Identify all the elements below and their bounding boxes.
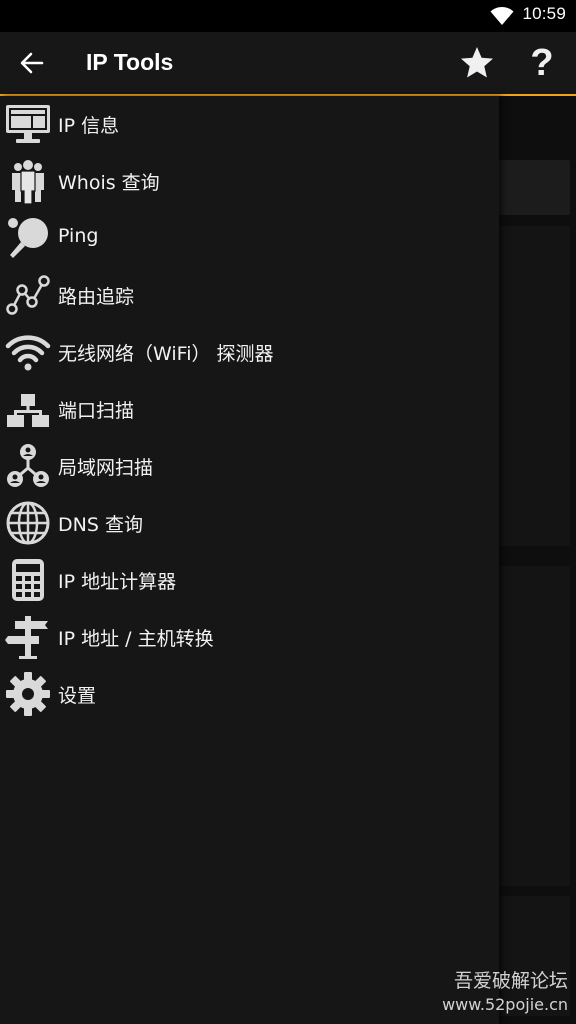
drawer-item-label: IP 地址 / 主机转换 [58, 628, 214, 650]
navigation-drawer: IP 信息 Whois 查询 Ping 路由追踪 无线网络（WiFi） 探测器 … [0, 96, 499, 1024]
drawer-item-ip-host-convert[interactable]: IP 地址 / 主机转换 [0, 609, 499, 665]
status-bar: 10:59 [0, 0, 576, 32]
toolbar: IP Tools ? [0, 32, 576, 96]
page-title: IP Tools [86, 49, 174, 75]
globe-icon [5, 500, 51, 546]
drawer-item-label: 路由追踪 [58, 286, 135, 308]
drawer-item-port-scan[interactable]: 端口扫描 [0, 381, 499, 437]
drawer-item-label: 无线网络（WiFi） 探测器 [58, 343, 274, 365]
drawer-item-label: Whois 查询 [58, 172, 160, 194]
help-button[interactable]: ? [524, 40, 560, 86]
gear-icon [5, 671, 51, 717]
drawer-item-ping[interactable]: Ping [0, 210, 499, 266]
drawer-item-whois[interactable]: Whois 查询 [0, 153, 499, 209]
status-time: 10:59 [522, 4, 566, 23]
calculator-icon [5, 557, 51, 603]
wifi-icon [5, 329, 51, 375]
drawer-item-label: Ping [58, 225, 99, 247]
drawer-item-label: IP 信息 [58, 115, 120, 137]
screen: 10:59 IP Tools ? IP 信息 Whois 查询 Ping 路由追… [0, 0, 576, 1024]
drawer-item-label: IP 地址计算器 [58, 571, 177, 593]
wifi-icon [490, 6, 514, 26]
ping-pong-icon [5, 215, 51, 261]
drawer-item-traceroute[interactable]: 路由追踪 [0, 267, 499, 323]
drawer-item-dns-lookup[interactable]: DNS 查询 [0, 495, 499, 551]
watermark-url: www.52pojie.cn [442, 995, 568, 1014]
drawer-item-wifi-scanner[interactable]: 无线网络（WiFi） 探测器 [0, 324, 499, 380]
drawer-item-ip-calculator[interactable]: IP 地址计算器 [0, 552, 499, 608]
signpost-icon [5, 614, 51, 660]
star-icon[interactable] [458, 44, 496, 82]
people-icon [5, 158, 51, 204]
route-graph-icon [5, 272, 51, 318]
watermark: 吾爱破解论坛 www.52pojie.cn [442, 966, 568, 1014]
drawer-item-lan-scan[interactable]: 局域网扫描 [0, 438, 499, 494]
network-boxes-icon [5, 386, 51, 432]
drawer-item-label: 端口扫描 [58, 400, 135, 422]
back-arrow-icon[interactable] [14, 46, 50, 80]
drawer-item-label: 设置 [58, 685, 97, 707]
drawer-item-ip-info[interactable]: IP 信息 [0, 96, 499, 152]
drawer-item-settings[interactable]: 设置 [0, 666, 499, 722]
monitor-icon [5, 101, 51, 147]
drawer-item-label: DNS 查询 [58, 514, 143, 536]
drawer-item-label: 局域网扫描 [58, 457, 154, 479]
watermark-name: 吾爱破解论坛 [453, 970, 568, 992]
user-network-icon [5, 443, 51, 489]
